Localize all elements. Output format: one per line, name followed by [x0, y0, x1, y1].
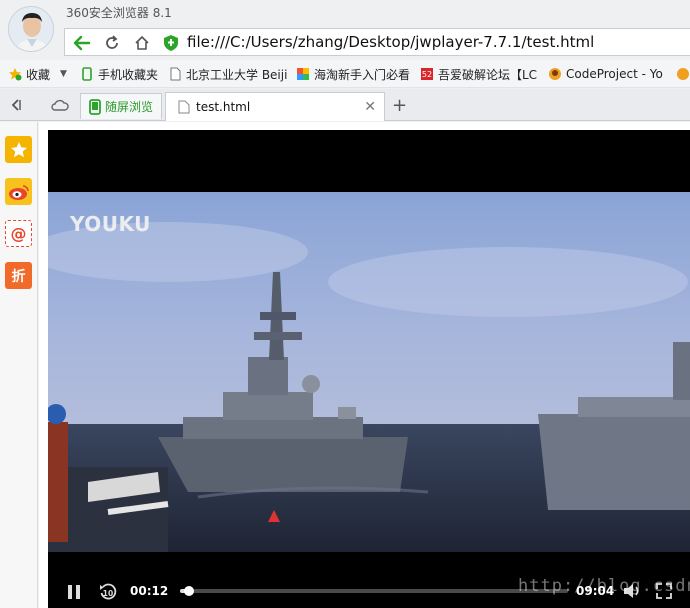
bookmark-label: 北京工业大学 Beiji — [186, 67, 288, 82]
video-still-image — [48, 192, 690, 552]
weibo-icon — [8, 184, 29, 200]
bookmark-item[interactable]: 52 吾爱破解论坛【LC — [420, 66, 537, 82]
bookmark-item[interactable]: 海淘新手入门必看 — [296, 66, 410, 82]
page-content: YOUKU 10 00:12 09:04 http://blog.csdn.ne… — [39, 122, 690, 608]
colorful-icon — [297, 68, 309, 80]
time-elapsed: 00:12 — [130, 584, 169, 598]
tab-pinned[interactable]: 随屏浏览 — [80, 93, 162, 119]
bookmark-label: 收藏 — [26, 67, 51, 82]
sidebar-item-weibo[interactable] — [5, 178, 32, 205]
home-button[interactable] — [131, 32, 153, 54]
seek-bar[interactable] — [180, 586, 568, 596]
youku-logo: YOUKU — [70, 212, 151, 236]
sidebar-item-discount[interactable]: 折 — [5, 262, 32, 289]
bookmark-item[interactable]: CodeProject - Yo — [548, 66, 663, 82]
bookmark-overflow[interactable] — [676, 66, 690, 82]
sidebar-item-mail[interactable]: @ — [5, 220, 32, 247]
discount-icon: 折 — [11, 268, 26, 285]
svg-text:52: 52 — [422, 70, 432, 79]
chevron-left-icon — [11, 99, 21, 111]
tab-label: 随屏浏览 — [105, 100, 154, 114]
cloud-icon — [51, 99, 69, 111]
bookmark-bar: 收藏 ▼ 手机收藏夹 北京工业大学 Beiji 海淘新手入门必看 52 吾爱破解… — [0, 60, 690, 88]
back-button[interactable] — [71, 32, 93, 54]
phone-icon — [82, 67, 92, 81]
reload-icon — [106, 35, 118, 49]
watermark-text: http://blog.csdn.net/ — [518, 576, 690, 596]
reload-button[interactable] — [101, 32, 123, 54]
seek-handle[interactable] — [183, 586, 194, 596]
tab-label: test.html — [196, 100, 251, 114]
bookmark-item[interactable]: 北京工业大学 Beiji — [168, 66, 287, 82]
home-icon — [135, 36, 149, 50]
page-icon — [178, 100, 190, 114]
user-avatar[interactable] — [8, 6, 54, 52]
phone-icon — [89, 98, 101, 115]
page-icon — [170, 67, 181, 81]
url-input[interactable]: file:///C:/Users/zhang/Desktop/jwplayer-… — [187, 33, 594, 51]
bookmark-label: 海淘新手入门必看 — [314, 67, 411, 82]
video-player[interactable]: YOUKU 10 00:12 09:04 http://blog.csdn.ne… — [48, 130, 690, 608]
sidebar: @ 折 — [0, 122, 38, 608]
bookmark-item[interactable]: 手机收藏夹 — [80, 66, 158, 82]
chevron-down-icon[interactable]: ▼ — [60, 69, 67, 79]
sidebar-item-favorites[interactable] — [5, 136, 32, 163]
tab-list-button[interactable] — [8, 97, 24, 116]
star-icon — [10, 141, 27, 157]
video-frame[interactable] — [48, 192, 690, 552]
bookmark-label: CodeProject - Yo — [566, 67, 663, 81]
forum-icon: 52 — [421, 68, 433, 80]
bookmark-favorites[interactable]: 收藏 ▼ — [8, 66, 67, 82]
bookmark-label: 吾爱破解论坛【LC — [438, 67, 538, 82]
pause-icon — [68, 585, 80, 599]
new-tab-button[interactable]: + — [392, 95, 407, 116]
tab-bar: 随屏浏览 test.html ✕ + — [0, 89, 690, 121]
rewind-10-button[interactable]: 10 — [98, 582, 118, 605]
rewind-10-icon: 10 — [100, 583, 117, 600]
app-title: 360安全浏览器 8.1 — [66, 6, 172, 20]
arrow-left-icon — [73, 35, 91, 51]
close-icon[interactable]: ✕ — [364, 99, 376, 115]
star-icon — [9, 68, 22, 81]
codeproject-icon — [677, 68, 689, 80]
at-icon: @ — [10, 224, 27, 243]
bookmark-label: 手机收藏夹 — [98, 67, 159, 82]
title-bar: 360安全浏览器 8.1 file:///C:/Users/zhang/Desk… — [0, 0, 690, 60]
pause-button[interactable] — [66, 584, 82, 603]
cloud-sync-button[interactable] — [50, 97, 70, 116]
navigation-bar: file:///C:/Users/zhang/Desktop/jwplayer-… — [64, 28, 690, 56]
shield-icon[interactable] — [163, 34, 179, 55]
codeproject-icon — [549, 68, 561, 80]
svg-text:10: 10 — [103, 589, 113, 598]
tab-active[interactable]: test.html ✕ — [165, 92, 385, 121]
